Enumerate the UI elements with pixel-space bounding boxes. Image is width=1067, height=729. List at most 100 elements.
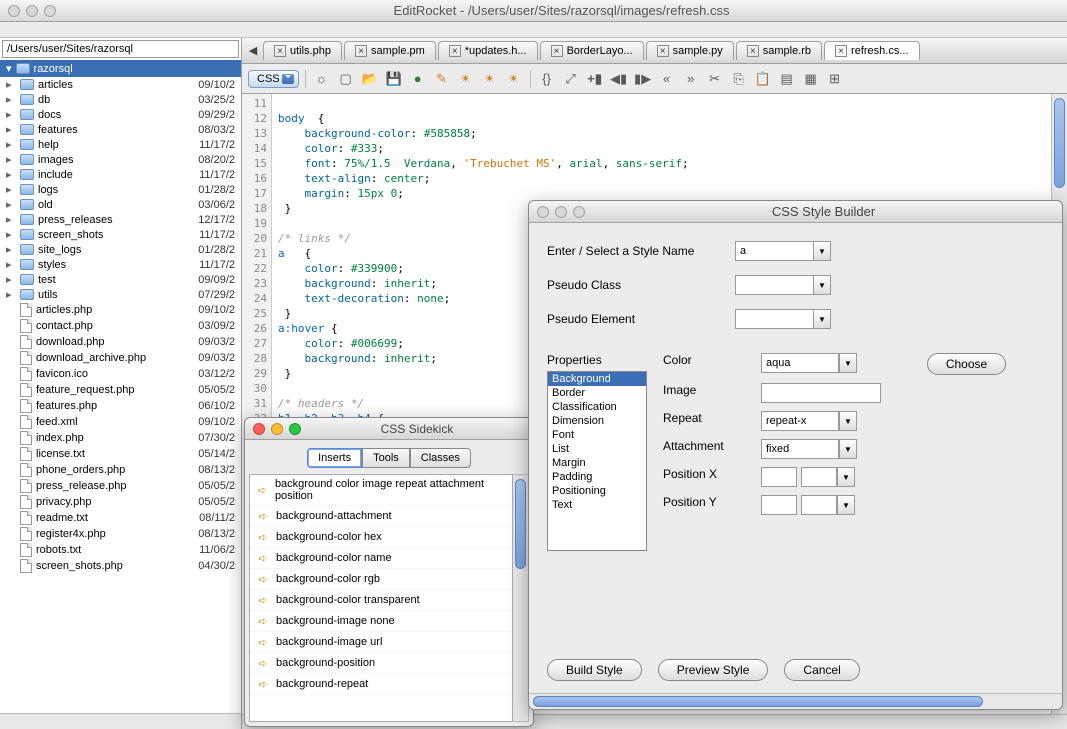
- posx-input[interactable]: [761, 467, 797, 487]
- tree-file-row[interactable]: feed.xml09/10/2: [0, 414, 241, 430]
- close-tab-icon[interactable]: ×: [551, 45, 563, 57]
- tree-file-row[interactable]: download_archive.php09/03/2: [0, 350, 241, 366]
- zoom-icon[interactable]: [573, 206, 585, 218]
- minimize-icon[interactable]: [555, 206, 567, 218]
- indent-right-icon[interactable]: »: [681, 69, 701, 89]
- globe-icon[interactable]: ●: [408, 69, 428, 89]
- property-category-item[interactable]: Positioning: [548, 484, 646, 498]
- tree-file-row[interactable]: favicon.ico03/12/2: [0, 366, 241, 382]
- wand-icon[interactable]: ✎: [432, 69, 452, 89]
- tree-file-row[interactable]: press_release.php05/05/2: [0, 478, 241, 494]
- style-builder-titlebar[interactable]: CSS Style Builder: [529, 201, 1062, 223]
- style-name-combo[interactable]: ▼: [735, 241, 831, 261]
- tree-file-row[interactable]: robots.txt11/06/2: [0, 542, 241, 558]
- close-tab-icon[interactable]: ×: [747, 45, 759, 57]
- property-category-item[interactable]: List: [548, 442, 646, 456]
- build-style-button[interactable]: Build Style: [547, 659, 642, 681]
- sidekick-titlebar[interactable]: CSS Sidekick: [245, 418, 533, 440]
- close-tab-icon[interactable]: ×: [449, 45, 461, 57]
- tree-file-row[interactable]: screen_shots.php04/30/2: [0, 558, 241, 574]
- tree-file-row[interactable]: index.php07/30/2: [0, 430, 241, 446]
- tree-folder-row[interactable]: ▸site_logs01/28/2: [0, 242, 241, 257]
- chevron-down-icon[interactable]: ▼: [839, 353, 857, 373]
- posy-input[interactable]: [761, 495, 797, 515]
- property-category-item[interactable]: Classification: [548, 400, 646, 414]
- bookmark-next-icon[interactable]: ▮▶: [633, 69, 653, 89]
- tree-file-row[interactable]: articles.php09/10/2: [0, 302, 241, 318]
- sidekick-vscrollbar[interactable]: [513, 474, 529, 722]
- posy-unit-combo[interactable]: ▼: [801, 495, 855, 515]
- sidekick-item[interactable]: ➪background-color hex: [250, 527, 512, 548]
- sidekick-item[interactable]: ➪background-repeat: [250, 674, 512, 695]
- language-select[interactable]: CSS: [248, 70, 299, 88]
- open-file-icon[interactable]: 📂: [360, 69, 380, 89]
- tree-file-row[interactable]: phone_orders.php08/13/2: [0, 462, 241, 478]
- replace-icon[interactable]: ✴: [480, 69, 500, 89]
- tree-file-row[interactable]: contact.php03/09/2: [0, 318, 241, 334]
- bookmark-prev-icon[interactable]: ◀▮: [609, 69, 629, 89]
- sidekick-tab[interactable]: Classes: [410, 448, 471, 468]
- pseudo-element-combo[interactable]: ▼: [735, 309, 831, 329]
- tree-folder-row[interactable]: ▸images08/20/2: [0, 152, 241, 167]
- close-window-icon[interactable]: [8, 5, 20, 17]
- paste-icon[interactable]: 📋: [753, 69, 773, 89]
- close-tab-icon[interactable]: ×: [274, 45, 286, 57]
- document-tab[interactable]: ×BorderLayo...: [540, 41, 644, 60]
- property-category-item[interactable]: Margin: [548, 456, 646, 470]
- tree-file-row[interactable]: readme.txt08/11/2: [0, 510, 241, 526]
- clipboard-icon[interactable]: ▤: [777, 69, 797, 89]
- goto-icon[interactable]: ✴: [504, 69, 524, 89]
- tree-file-row[interactable]: features.php06/10/2: [0, 398, 241, 414]
- tree-file-row[interactable]: download.php09/03/2: [0, 334, 241, 350]
- zoom-window-icon[interactable]: [44, 5, 56, 17]
- choose-button[interactable]: Choose: [927, 353, 1006, 375]
- sidekick-icon[interactable]: ☼: [312, 69, 332, 89]
- document-tab[interactable]: ×sample.py: [646, 41, 734, 60]
- property-category-item[interactable]: Padding: [548, 470, 646, 484]
- sidekick-item[interactable]: ➪background-position: [250, 653, 512, 674]
- tab-scroll-left-icon[interactable]: ◀: [244, 42, 262, 60]
- save-file-icon[interactable]: 💾: [384, 69, 404, 89]
- posx-unit-combo[interactable]: ▼: [801, 467, 855, 487]
- property-category-item[interactable]: Border: [548, 386, 646, 400]
- sidekick-item[interactable]: ➪background color image repeat attachmen…: [250, 475, 512, 506]
- chevron-down-icon[interactable]: ▼: [813, 241, 831, 261]
- cut-icon[interactable]: ✂: [705, 69, 725, 89]
- sidekick-tab[interactable]: Tools: [362, 448, 410, 468]
- sidekick-item[interactable]: ➪background-color name: [250, 548, 512, 569]
- close-tab-icon[interactable]: ×: [355, 45, 367, 57]
- chevron-down-icon[interactable]: ▼: [813, 275, 831, 295]
- chevron-down-icon[interactable]: ▼: [813, 309, 831, 329]
- property-category-item[interactable]: Background: [548, 372, 646, 386]
- minimize-window-icon[interactable]: [26, 5, 38, 17]
- tree-folder-row[interactable]: ▸help11/17/2: [0, 137, 241, 152]
- tree-folder-row[interactable]: ▸utils07/29/2: [0, 287, 241, 302]
- tree-folder-row[interactable]: ▸styles11/17/2: [0, 257, 241, 272]
- tree-folder-row[interactable]: ▸db03/25/2: [0, 92, 241, 107]
- tree-folder-row[interactable]: ▸logs01/28/2: [0, 182, 241, 197]
- chevron-down-icon[interactable]: ▼: [839, 439, 857, 459]
- dialog-hscrollbar[interactable]: [529, 693, 1062, 709]
- chevron-down-icon[interactable]: ▼: [839, 411, 857, 431]
- sidekick-list[interactable]: ➪background color image repeat attachmen…: [249, 474, 513, 722]
- tree-root[interactable]: ▾ razorsql: [0, 60, 241, 77]
- sidekick-tab[interactable]: Inserts: [307, 448, 362, 468]
- preview-icon[interactable]: ⊞: [825, 69, 845, 89]
- close-tab-icon[interactable]: ×: [657, 45, 669, 57]
- tree-file-row[interactable]: register4x.php08/13/2: [0, 526, 241, 542]
- chevron-down-icon[interactable]: ▼: [837, 467, 855, 487]
- bookmark-add-icon[interactable]: +▮: [585, 69, 605, 89]
- tree-file-row[interactable]: license.txt05/14/2: [0, 446, 241, 462]
- sidekick-item[interactable]: ➪background-attachment: [250, 506, 512, 527]
- property-category-list[interactable]: BackgroundBorderClassificationDimensionF…: [547, 371, 647, 551]
- close-tab-icon[interactable]: ×: [835, 45, 847, 57]
- document-tab[interactable]: ×refresh.cs...: [824, 41, 919, 60]
- document-tab[interactable]: ×sample.pm: [344, 41, 436, 60]
- tree-folder-row[interactable]: ▸articles09/10/2: [0, 77, 241, 92]
- document-tab[interactable]: ×sample.rb: [736, 41, 822, 60]
- new-file-icon[interactable]: ▢: [336, 69, 356, 89]
- sidekick-item[interactable]: ➪background-image url: [250, 632, 512, 653]
- pseudo-class-combo[interactable]: ▼: [735, 275, 831, 295]
- validate-icon[interactable]: ▦: [801, 69, 821, 89]
- find-icon[interactable]: ✴: [456, 69, 476, 89]
